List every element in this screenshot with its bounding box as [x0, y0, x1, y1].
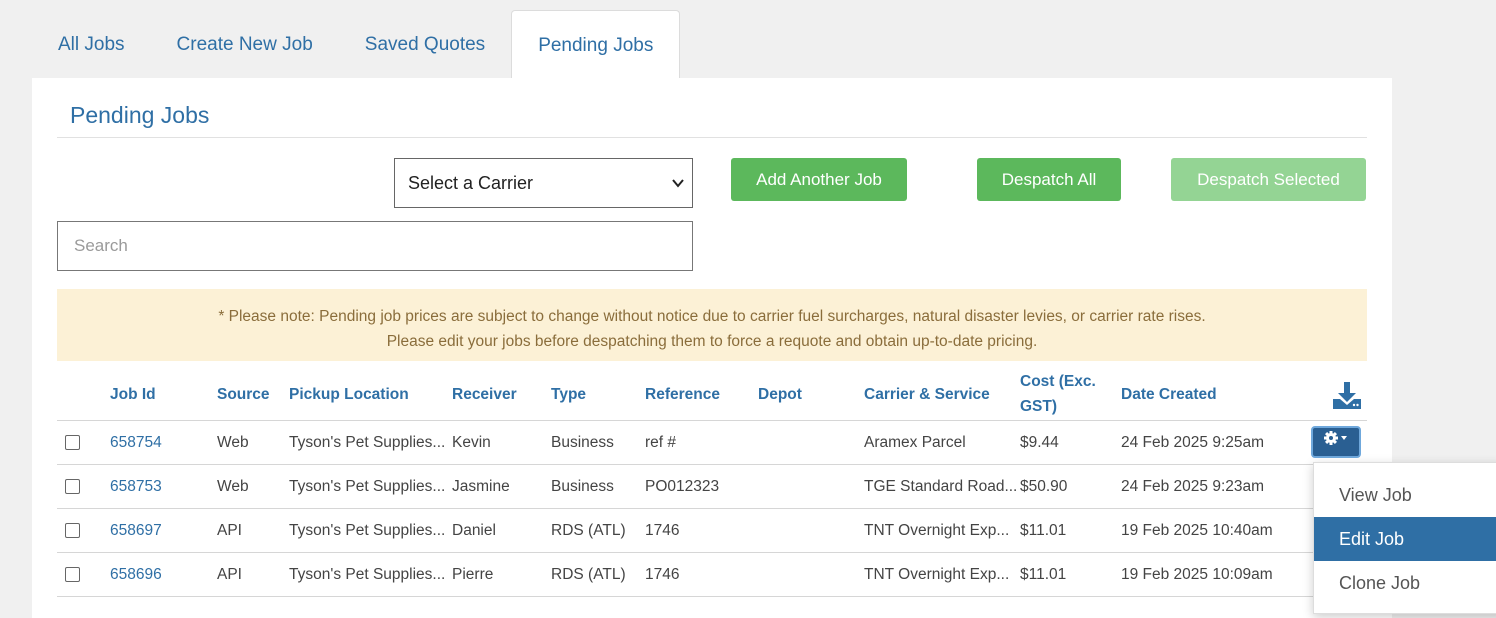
tab-pending-jobs[interactable]: Pending Jobs	[511, 10, 681, 79]
cell-pickup: Tyson's Pet Supplies...	[289, 552, 452, 597]
cell-receiver: Kevin	[452, 420, 551, 465]
cell-type: RDS (ATL)	[551, 552, 645, 597]
tab-bar: All Jobs Create New Job Saved Quotes Pen…	[32, 10, 681, 79]
despatch-selected-button[interactable]: Despatch Selected	[1171, 158, 1366, 201]
despatch-all-button[interactable]: Despatch All	[977, 158, 1121, 201]
cell-cost: $50.90	[1020, 464, 1121, 509]
cell-source: Web	[217, 420, 289, 465]
cell-reference: 1746	[645, 508, 758, 553]
tab-all-jobs[interactable]: All Jobs	[32, 10, 151, 79]
row-actions-button[interactable]	[1311, 426, 1361, 458]
table-row: 658753 Web Tyson's Pet Supplies... Jasmi…	[57, 464, 1367, 509]
menu-item-clone-job[interactable]: Clone Job	[1314, 561, 1496, 605]
page-title: Pending Jobs	[70, 102, 210, 128]
job-id-link[interactable]: 658696	[110, 552, 217, 597]
table-row: 658754 Web Tyson's Pet Supplies... Kevin…	[57, 420, 1367, 465]
row-checkbox[interactable]	[65, 566, 80, 582]
notice-line-2: Please edit your jobs before despatching…	[386, 333, 1038, 350]
header-select	[57, 368, 110, 421]
header-receiver[interactable]: Receiver	[452, 368, 551, 421]
tab-create-new-job[interactable]: Create New Job	[151, 10, 339, 79]
header-depot[interactable]: Depot	[758, 368, 864, 421]
cell-depot	[758, 508, 864, 553]
cell-carrier: TNT Overnight Exp...	[864, 508, 1020, 553]
header-pickup-location[interactable]: Pickup Location	[289, 368, 452, 421]
job-id-link[interactable]: 658753	[110, 464, 217, 509]
table-header-row: Job Id Source Pickup Location Receiver T…	[57, 368, 1367, 421]
cell-date: 19 Feb 2025 10:09am	[1121, 552, 1286, 597]
cell-reference: PO012323	[645, 464, 758, 509]
cell-cost: $9.44	[1020, 420, 1121, 465]
cell-pickup: Tyson's Pet Supplies...	[289, 508, 452, 553]
header-job-id[interactable]: Job Id	[110, 368, 217, 421]
header-date-created[interactable]: Date Created	[1121, 368, 1286, 421]
cell-date: 24 Feb 2025 9:25am	[1121, 420, 1286, 465]
add-another-job-button[interactable]: Add Another Job	[731, 158, 907, 201]
cell-source: API	[217, 508, 289, 553]
header-source[interactable]: Source	[217, 368, 289, 421]
carrier-select[interactable]: Select a Carrier	[394, 158, 693, 208]
cell-reference: ref #	[645, 420, 758, 465]
job-id-link[interactable]: 658754	[110, 420, 217, 465]
cell-source: API	[217, 552, 289, 597]
cell-type: Business	[551, 464, 645, 509]
cell-date: 24 Feb 2025 9:23am	[1121, 464, 1286, 509]
cell-receiver: Pierre	[452, 552, 551, 597]
search-input[interactable]: Search	[57, 221, 693, 271]
cell-type: Business	[551, 420, 645, 465]
price-notice: * Please note: Pending job prices are su…	[57, 289, 1367, 361]
cell-carrier: TNT Overnight Exp...	[864, 552, 1020, 597]
menu-item-view-job[interactable]: View Job	[1314, 473, 1496, 517]
header-reference[interactable]: Reference	[645, 368, 758, 421]
job-id-link[interactable]: 658697	[110, 508, 217, 553]
carrier-select-value: Select a Carrier	[408, 173, 534, 193]
cell-depot	[758, 420, 864, 465]
notice-line-1: * Please note: Pending job prices are su…	[218, 308, 1206, 325]
row-checkbox[interactable]	[65, 478, 80, 494]
cell-carrier: TGE Standard Road...	[864, 464, 1020, 509]
cell-depot	[758, 464, 864, 509]
cell-receiver: Daniel	[452, 508, 551, 553]
header-cost[interactable]: Cost (Exc. GST)	[1020, 368, 1121, 421]
cell-type: RDS (ATL)	[551, 508, 645, 553]
header-carrier-service[interactable]: Carrier & Service	[864, 368, 1020, 421]
download-icon[interactable]	[1332, 380, 1362, 415]
cell-carrier: Aramex Parcel	[864, 420, 1020, 465]
cell-pickup: Tyson's Pet Supplies...	[289, 420, 452, 465]
table-row: 658696 API Tyson's Pet Supplies... Pierr…	[57, 552, 1367, 597]
row-actions-menu: View Job Edit Job Clone Job	[1313, 462, 1496, 614]
row-checkbox[interactable]	[65, 434, 80, 450]
title-divider	[57, 137, 1367, 138]
cell-receiver: Jasmine	[452, 464, 551, 509]
table-row: 658697 API Tyson's Pet Supplies... Danie…	[57, 508, 1367, 553]
cell-source: Web	[217, 464, 289, 509]
cell-reference: 1746	[645, 552, 758, 597]
row-checkbox[interactable]	[65, 522, 80, 538]
menu-item-edit-job[interactable]: Edit Job	[1314, 517, 1496, 561]
pending-jobs-panel: Pending Jobs Select a Carrier Add Anothe…	[32, 78, 1392, 618]
header-type[interactable]: Type	[551, 368, 645, 421]
cell-date: 19 Feb 2025 10:40am	[1121, 508, 1286, 553]
cell-pickup: Tyson's Pet Supplies...	[289, 464, 452, 509]
chevron-down-icon	[672, 159, 684, 226]
pending-jobs-table: Job Id Source Pickup Location Receiver T…	[57, 368, 1367, 597]
tab-saved-quotes[interactable]: Saved Quotes	[339, 10, 511, 79]
cell-cost: $11.01	[1020, 508, 1121, 553]
cell-cost: $11.01	[1020, 552, 1121, 597]
cell-depot	[758, 552, 864, 597]
gear-icon	[1324, 431, 1347, 445]
